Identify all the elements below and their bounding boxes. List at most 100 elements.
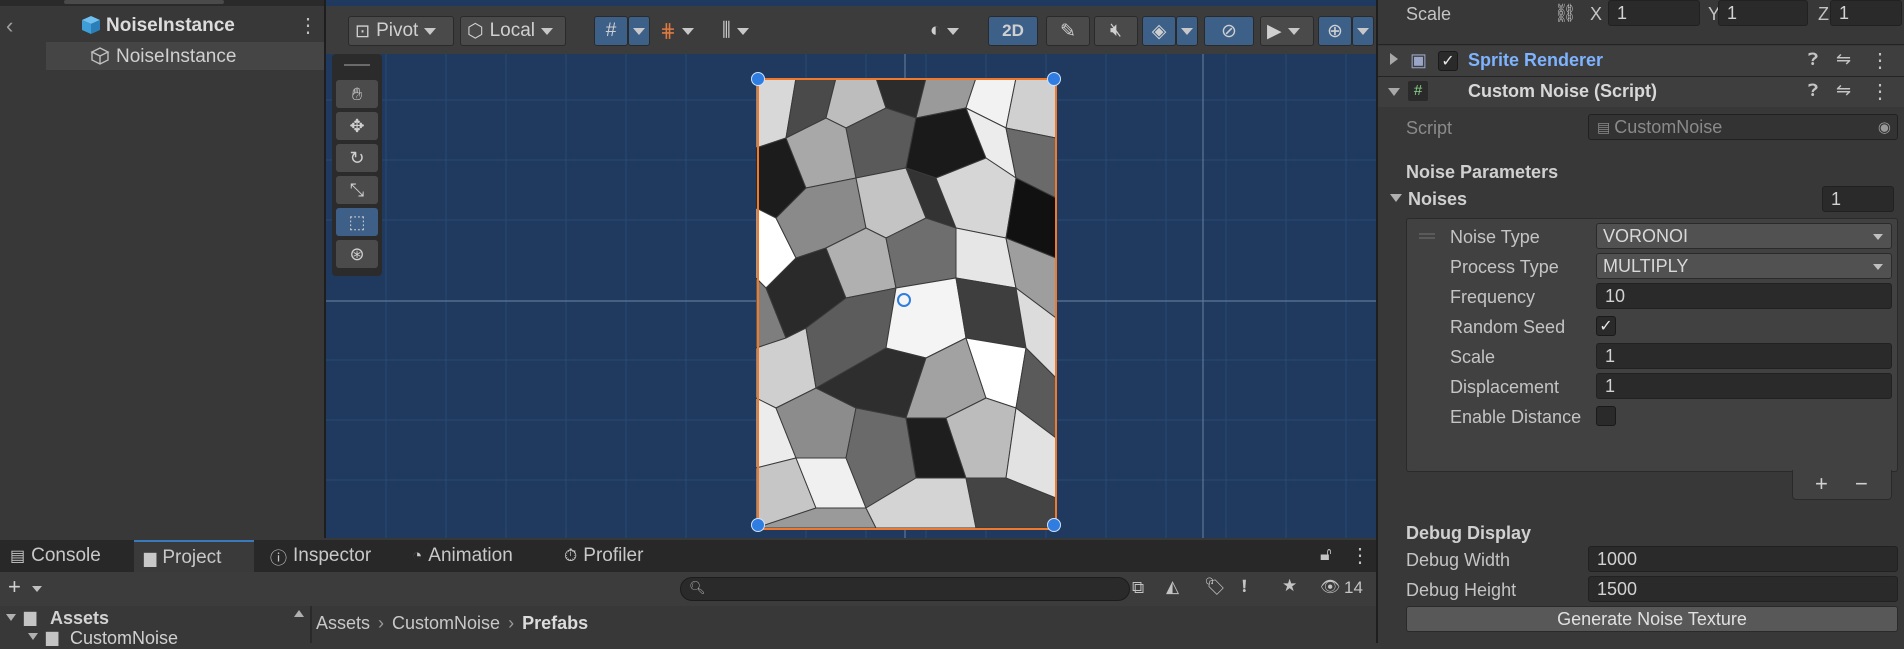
breadcrumb-assets[interactable]: Assets (316, 613, 370, 634)
lighting-toggle[interactable]: ✎ (1046, 16, 1090, 46)
foldout-arrow-icon[interactable] (1388, 88, 1400, 96)
panel-menu-icon[interactable]: ⋮ (1350, 543, 1370, 568)
draw-mode-button[interactable]: ◐ (926, 16, 982, 46)
folder-open-icon: ▆ (24, 609, 37, 626)
back-arrow-icon[interactable]: ‹ (6, 13, 13, 39)
lock-icon[interactable]: 🔓︎ (1320, 544, 1332, 565)
foldout-arrow-icon[interactable] (1390, 53, 1398, 65)
process-type-dropdown[interactable]: MULTIPLY (1596, 253, 1892, 279)
project-search-input[interactable]: 🔍︎ (680, 577, 1130, 601)
hand-tool[interactable]: ✋︎ (336, 80, 378, 108)
assets-foldout-icon[interactable] (6, 614, 16, 621)
transform-tool[interactable]: ⊛ (336, 240, 378, 268)
tree-customnoise-label[interactable]: CustomNoise (70, 628, 178, 649)
scale-z-field[interactable]: 1 (1830, 0, 1902, 26)
help-icon[interactable]: ❓︎ (1808, 50, 1818, 70)
scene-view[interactable]: ⊡ Pivot ⬡ Local # ⋕ ⫼ ◐ 2D ✎ 🔇︎ ◈ ⊘ ▶ ⊕ … (326, 0, 1376, 538)
rect-tool[interactable]: ⬚ (336, 208, 378, 236)
frequency-field[interactable]: 10 (1596, 283, 1892, 309)
enable-distance-checkbox[interactable] (1596, 406, 1616, 426)
grid-snap-menu[interactable] (628, 16, 650, 46)
increment-snap-button[interactable]: ⋕ (656, 16, 706, 46)
constrain-link-icon[interactable]: ⛓ (1554, 3, 1577, 24)
tab-console[interactable]: ▤ Console (0, 540, 130, 572)
rect-handle-top-left[interactable] (751, 72, 765, 86)
scale-param-field[interactable]: 1 (1596, 343, 1892, 369)
customnoise-foldout-icon[interactable] (28, 633, 38, 640)
rect-handle-bottom-right[interactable] (1047, 518, 1061, 532)
pivot-dropdown[interactable]: ⊡ Pivot (348, 16, 454, 46)
pivot-handle[interactable] (897, 293, 911, 307)
scroll-up-icon[interactable] (294, 610, 304, 617)
sprite-renderer-enabled-checkbox[interactable]: ✓ (1438, 51, 1458, 71)
noises-count-field[interactable]: 1 (1822, 186, 1894, 212)
tab-inspector[interactable]: ⓘ Inspector (262, 540, 392, 572)
eye-slash-icon: ⊘ (1221, 20, 1237, 42)
hierarchy-child-row[interactable]: NoiseInstance (46, 42, 324, 70)
tab-animation[interactable]: ◔ Animation (404, 540, 544, 572)
remove-element-button[interactable]: − (1855, 471, 1868, 497)
breadcrumb-customnoise[interactable]: CustomNoise (392, 613, 500, 634)
tab-project[interactable]: ▆ Project (134, 540, 254, 574)
noises-label: Noises (1408, 189, 1468, 209)
visibility-toggle[interactable]: ⊘ (1204, 16, 1254, 46)
sprite-renderer-title: Sprite Renderer (1468, 50, 1604, 70)
hierarchy-root-row[interactable]: ‹ NoiseInstance ⋮ (0, 11, 324, 39)
audio-mute-icon: 🔇︎ (1110, 20, 1122, 41)
palette-handle[interactable] (344, 64, 370, 66)
help-icon[interactable]: ❓︎ (1808, 81, 1818, 101)
ruler-snap-button[interactable]: ⫼ (718, 16, 776, 46)
local-dropdown[interactable]: ⬡ Local (460, 16, 566, 46)
rect-handle-top-right[interactable] (1047, 72, 1061, 86)
random-seed-checkbox[interactable]: ✓ (1596, 316, 1616, 336)
preset-sliders-icon[interactable]: ⇋ (1836, 80, 1851, 101)
scale-x-field[interactable]: 1 (1608, 0, 1700, 26)
pivot-label: Pivot (376, 20, 419, 41)
breadcrumb: Assets › CustomNoise › Prefabs (316, 610, 588, 636)
component-menu-icon[interactable]: ⋮ (1870, 48, 1890, 73)
hidden-packages-eye-icon[interactable]: 👁︎ (1320, 577, 1340, 597)
scale-tool[interactable]: ⤡ (336, 176, 378, 204)
sprite-renderer-header[interactable]: ▣ ✓ Sprite Renderer ❓︎ ⇋ ⋮ (1378, 46, 1904, 76)
generate-noise-texture-button[interactable]: Generate Noise Texture (1406, 606, 1898, 632)
displacement-field[interactable]: 1 (1596, 373, 1892, 399)
preset-sliders-icon[interactable]: ⇋ (1836, 49, 1851, 70)
gizmos-toggle[interactable]: ⊕ (1318, 16, 1352, 46)
audio-toggle[interactable]: 🔇︎ (1094, 16, 1138, 46)
debug-width-field[interactable]: 1000 (1588, 546, 1898, 572)
rect-handle-bottom-left[interactable] (751, 518, 765, 532)
log-types-icon[interactable]: ❗︎ (1242, 577, 1247, 597)
hierarchy-panel: ‹ NoiseInstance ⋮ NoiseInstance (0, 0, 324, 538)
tab-inspector-label: Inspector (293, 545, 372, 566)
object-picker-icon[interactable]: ◉ (1878, 118, 1891, 136)
component-menu-icon[interactable]: ⋮ (1870, 79, 1890, 104)
create-menu-caret-icon[interactable] (32, 586, 42, 592)
open-window-icon[interactable]: ⧉ (1132, 578, 1144, 598)
noises-foldout-arrow-icon[interactable] (1390, 194, 1402, 202)
scale-label: Scale (1406, 4, 1452, 24)
inspector-panel: Scale ⛓ X 1 Y 1 Z 1 ▣ ✓ Sprite Renderer … (1378, 0, 1904, 643)
effects-toggle[interactable]: ◈ (1142, 16, 1176, 46)
drag-handle-icon[interactable] (1419, 233, 1435, 235)
favorites-star-icon[interactable]: ★ (1282, 576, 1297, 596)
add-element-button[interactable]: + (1815, 471, 1828, 497)
custom-noise-header[interactable]: # Custom Noise (Script) ❓︎ ⇋ ⋮ (1378, 77, 1904, 107)
move-tool[interactable]: ✥ (336, 112, 378, 140)
filter-by-label-icon[interactable]: 🏷︎ (1204, 577, 1226, 597)
mode-2d-toggle[interactable]: 2D (988, 16, 1038, 46)
tree-assets-label[interactable]: Assets (50, 608, 109, 629)
create-plus-icon[interactable]: + (8, 574, 21, 600)
more-menu-icon[interactable]: ⋮ (298, 13, 318, 38)
grid-snap-toggle[interactable]: # (594, 16, 628, 46)
filter-by-type-icon[interactable]: ◭ (1166, 577, 1179, 597)
effects-menu[interactable] (1176, 16, 1198, 46)
debug-height-field[interactable]: 1500 (1588, 576, 1898, 602)
breadcrumb-prefabs[interactable]: Prefabs (522, 613, 588, 634)
camera-dropdown[interactable]: ▶ (1260, 16, 1314, 46)
gizmos-menu[interactable] (1352, 16, 1374, 46)
hierarchy-child-label: NoiseInstance (116, 46, 237, 67)
scale-y-field[interactable]: 1 (1718, 0, 1808, 26)
tab-profiler[interactable]: ⏱︎ Profiler (556, 540, 686, 572)
noise-type-dropdown[interactable]: VORONOI (1596, 223, 1892, 249)
rotate-tool[interactable]: ↻ (336, 144, 378, 172)
